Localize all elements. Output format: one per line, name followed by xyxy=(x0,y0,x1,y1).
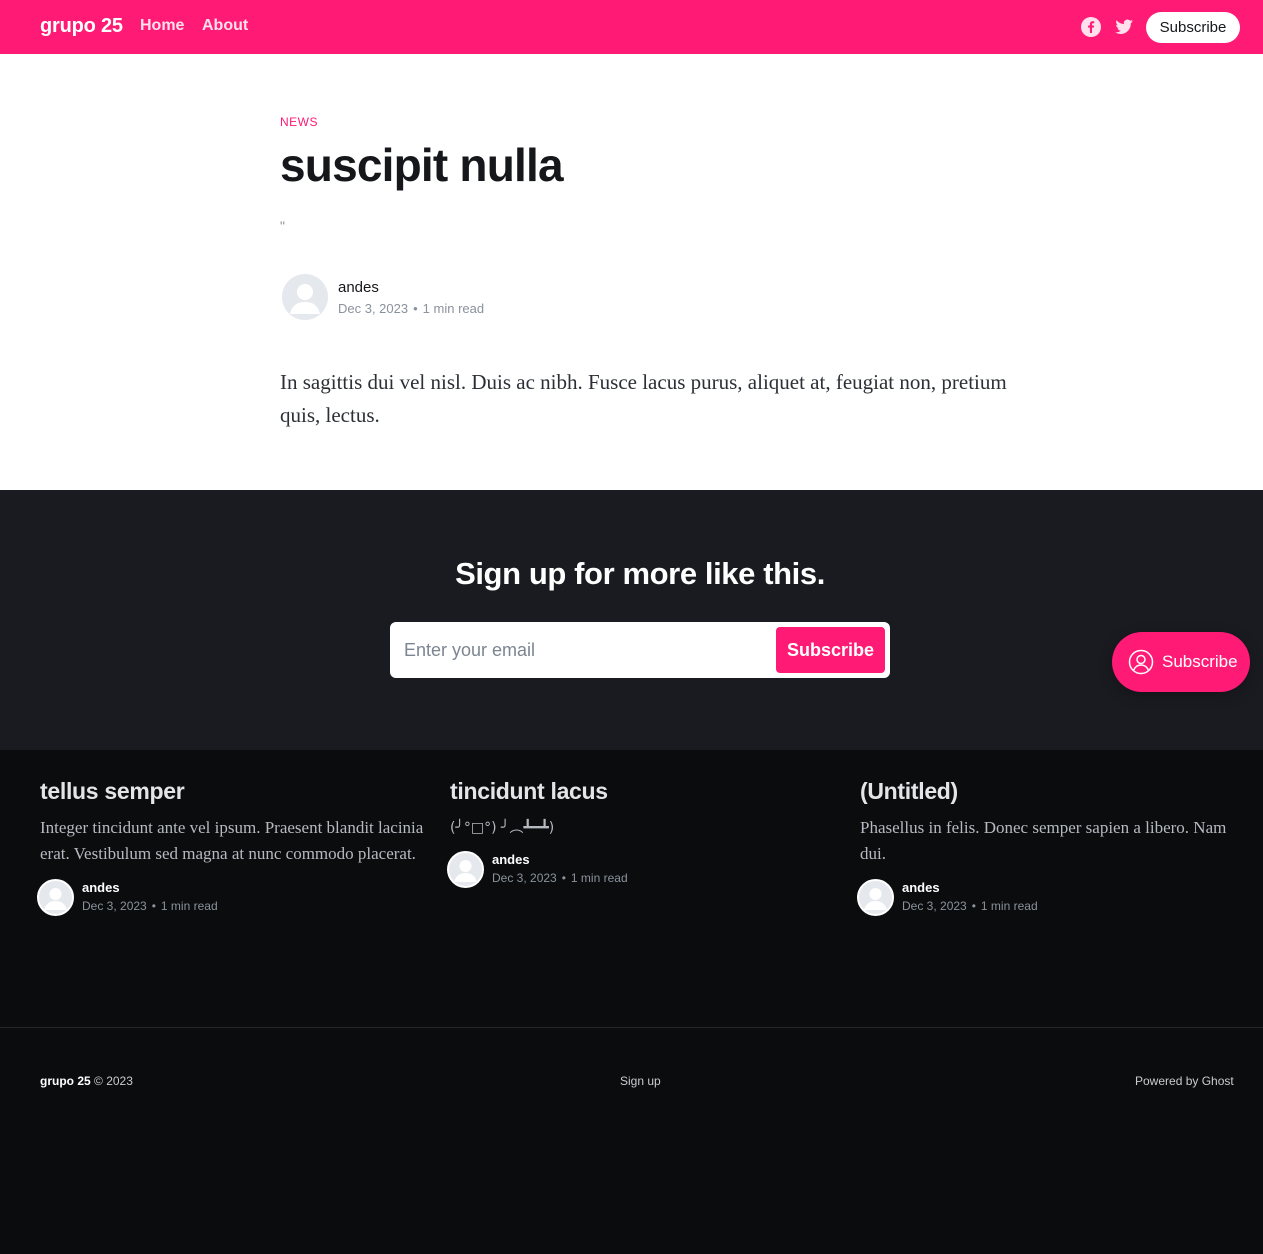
user-circle-icon xyxy=(1128,649,1154,675)
related-post-card[interactable]: tincidunt lacus (╯°□°) ╯︵┻━┻) andes Dec … xyxy=(447,778,840,891)
article-title: suscipit nulla xyxy=(280,139,564,191)
nav-home-link[interactable]: Home xyxy=(140,17,184,35)
meta-separator: • xyxy=(971,899,976,913)
article: NEWS suscipit nulla " andes Dec 3, 2023 •… xyxy=(0,54,1263,490)
meta-separator: • xyxy=(413,301,418,316)
header-subscribe-button[interactable]: Subscribe xyxy=(1146,12,1240,43)
related-post-author: andes Dec 3, 2023 • 1 min read xyxy=(37,879,430,919)
post-meta: Dec 3, 2023 • 1 min read xyxy=(492,871,628,885)
post-date: Dec 3, 2023 xyxy=(902,899,967,913)
related-post-excerpt: Integer tincidunt ante vel ipsum. Praese… xyxy=(40,818,424,863)
post-meta: Dec 3, 2023 • 1 min read xyxy=(902,899,1038,913)
user-placeholder-icon xyxy=(449,853,482,886)
post-meta: Dec 3, 2023 • 1 min read xyxy=(82,899,218,913)
related-post-title[interactable]: (Untitled) xyxy=(860,778,1250,805)
footer-divider xyxy=(0,1027,1263,1028)
article-tag[interactable]: NEWS xyxy=(280,115,318,129)
author-avatar[interactable] xyxy=(857,879,894,916)
post-date: Dec 3, 2023 xyxy=(82,899,147,913)
reading-time: 1 min read xyxy=(422,301,485,316)
signup-section: Sign up for more like this. Subscribe xyxy=(0,490,1263,750)
footer-signup-link[interactable]: Sign up xyxy=(620,1074,661,1088)
author-avatar[interactable] xyxy=(37,879,74,916)
portal-label: Subscribe xyxy=(1162,652,1238,671)
related-post-author: andes Dec 3, 2023 • 1 min read xyxy=(857,879,1250,919)
powered-by-link[interactable]: Powered by Ghost xyxy=(1135,1074,1234,1088)
site-logo[interactable]: grupo 25 xyxy=(40,15,123,38)
reading-time: 1 min read xyxy=(160,899,218,913)
related-post-title[interactable]: tincidunt lacus xyxy=(450,778,840,805)
reading-time: 1 min read xyxy=(980,899,1038,913)
author-avatar[interactable] xyxy=(447,851,484,888)
author-name[interactable]: andes xyxy=(338,279,379,296)
article-meta: Dec 3, 2023 • 1 min read xyxy=(338,301,484,316)
twitter-icon[interactable] xyxy=(1114,17,1134,37)
user-placeholder-icon xyxy=(859,881,892,914)
author-name[interactable]: andes xyxy=(902,880,940,895)
article-excerpt: " xyxy=(280,218,285,234)
signup-form: Subscribe xyxy=(390,622,890,678)
footer-brand[interactable]: grupo 25 xyxy=(40,1074,91,1088)
related-post-excerpt: (╯°□°) ╯︵┻━┻) xyxy=(450,820,555,836)
user-placeholder-icon xyxy=(282,274,328,320)
signup-title: Sign up for more like this. xyxy=(455,556,825,591)
meta-separator: • xyxy=(151,899,156,913)
post-date: Dec 3, 2023 xyxy=(492,871,557,885)
article-body: In sagittis dui vel nisl. Duis ac nibh. … xyxy=(280,370,1007,427)
portal-subscribe-button[interactable]: Subscribe xyxy=(1112,632,1250,692)
site-header: grupo 25 Home About Subscribe xyxy=(0,0,1263,54)
reading-time: 1 min read xyxy=(570,871,628,885)
meta-separator: • xyxy=(561,871,566,885)
footer-copyright: grupo 25 © 2023 xyxy=(40,1074,133,1088)
email-input[interactable] xyxy=(404,632,764,668)
article-date: Dec 3, 2023 xyxy=(338,301,409,316)
related-post-author: andes Dec 3, 2023 • 1 min read xyxy=(447,851,840,891)
signup-subscribe-button[interactable]: Subscribe xyxy=(776,627,885,673)
related-post-card[interactable]: tellus semper Integer tincidunt ante vel… xyxy=(37,778,430,919)
user-placeholder-icon xyxy=(39,881,72,914)
author-name[interactable]: andes xyxy=(82,880,120,895)
facebook-icon[interactable] xyxy=(1081,17,1101,37)
copyright-text: © 2023 xyxy=(94,1074,133,1088)
author-name[interactable]: andes xyxy=(492,852,530,867)
related-post-card[interactable]: (Untitled) Phasellus in felis. Donec sem… xyxy=(857,778,1250,919)
related-post-excerpt: Phasellus in felis. Donec semper sapien … xyxy=(860,818,1227,863)
related-post-title[interactable]: tellus semper xyxy=(40,778,430,805)
author-avatar[interactable] xyxy=(282,274,328,320)
nav-about-link[interactable]: About xyxy=(202,17,248,35)
